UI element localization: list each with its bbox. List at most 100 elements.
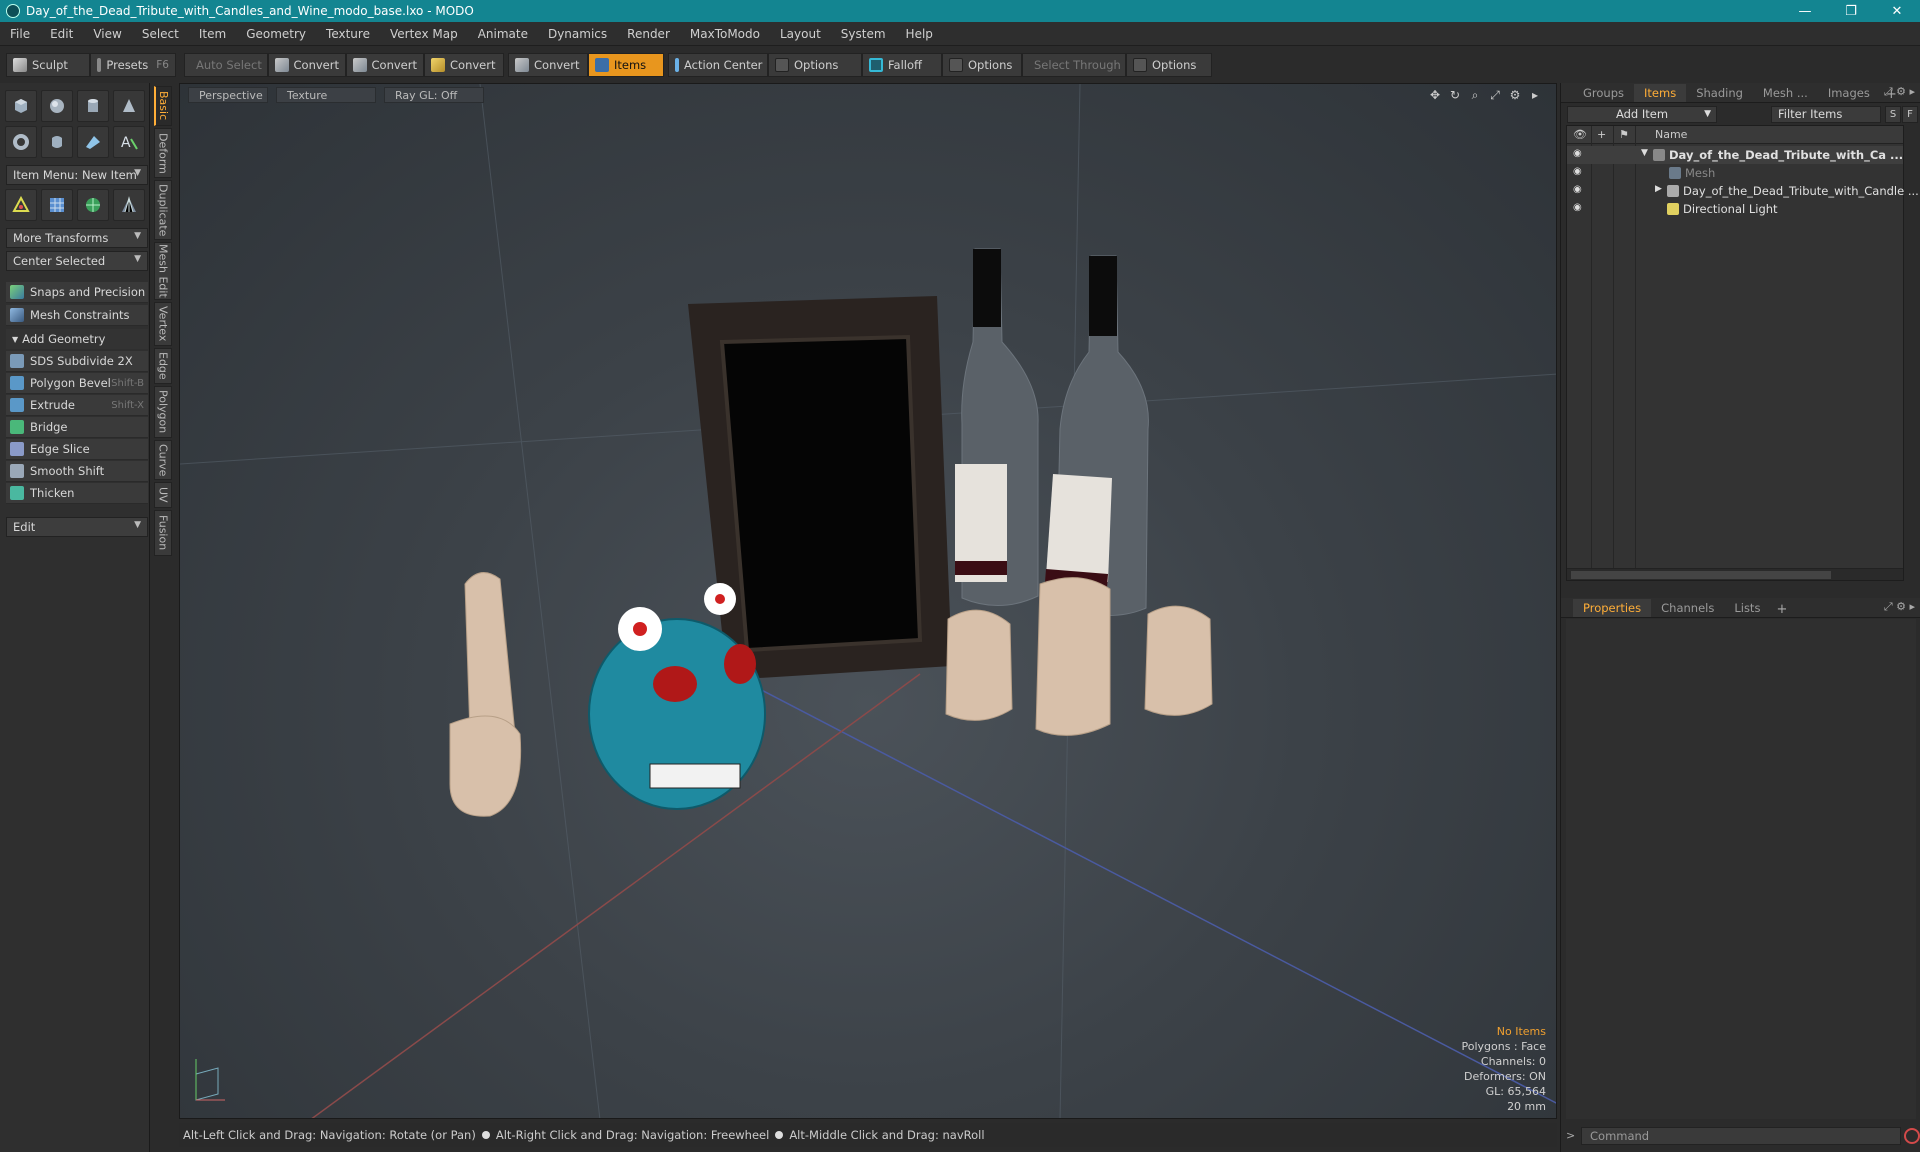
item-menu-dropdown[interactable]: Item Menu: New Item ▼ bbox=[6, 165, 148, 185]
add-item-dropdown[interactable]: Add Item ▼ bbox=[1567, 105, 1717, 123]
falloff-button[interactable]: Falloff bbox=[862, 53, 942, 77]
tree-row-group[interactable]: ◉ ▶ Day_of_the_Dead_Tribute_with_Candle … bbox=[1567, 182, 1919, 200]
presets-button[interactable]: Presets F6 bbox=[90, 53, 176, 77]
grid-tool-button[interactable] bbox=[41, 189, 73, 221]
tree-row-scene[interactable]: ◉ ▼ Day_of_the_Dead_Tribute_with_Ca ... bbox=[1567, 146, 1903, 164]
select-through-button[interactable]: Select Through bbox=[1022, 53, 1126, 77]
mesh-constraints-button[interactable]: Mesh Constraints bbox=[6, 305, 148, 326]
rotate-view-icon[interactable]: ↻ bbox=[1448, 88, 1462, 102]
view-perspective-button[interactable]: Perspective bbox=[188, 87, 268, 103]
record-macro-icon[interactable] bbox=[1904, 1128, 1920, 1144]
menu-animate[interactable]: Animate bbox=[468, 27, 538, 41]
raygl-button[interactable]: Ray GL: Off bbox=[384, 87, 484, 103]
tree-row-mesh[interactable]: ◉ Mesh bbox=[1567, 164, 1903, 182]
thicken-button[interactable]: Thicken bbox=[6, 483, 148, 504]
expand-arrow-icon[interactable]: ▶ bbox=[1655, 184, 1662, 194]
convert-edges-button[interactable]: Convert bbox=[346, 53, 424, 77]
torus-primitive-button[interactable] bbox=[5, 126, 37, 158]
auto-select-button[interactable]: Auto Select bbox=[184, 53, 268, 77]
vtab-deform[interactable]: Deform bbox=[154, 128, 172, 178]
menu-help[interactable]: Help bbox=[896, 27, 943, 41]
cone-primitive-button[interactable] bbox=[113, 90, 145, 122]
transform-tool-button[interactable] bbox=[5, 189, 37, 221]
vtab-mesh-edit[interactable]: Mesh Edit bbox=[154, 242, 172, 300]
tab-properties[interactable]: Properties bbox=[1573, 599, 1652, 617]
menu-dynamics[interactable]: Dynamics bbox=[538, 27, 617, 41]
settings-gear-icon[interactable]: ⚙ bbox=[1508, 88, 1522, 102]
command-input[interactable]: Command bbox=[1581, 1127, 1901, 1145]
edit-dropdown[interactable]: Edit ▼ bbox=[6, 517, 148, 537]
filter-f-button[interactable]: F bbox=[1902, 105, 1918, 123]
menu-geometry[interactable]: Geometry bbox=[236, 27, 316, 41]
menu-view[interactable]: View bbox=[83, 27, 131, 41]
3d-viewport[interactable]: Perspective Texture Ray GL: Off ✥ ↻ ⌕ ⤢ … bbox=[179, 83, 1557, 1119]
eye-icon[interactable]: ◉ bbox=[1573, 184, 1585, 196]
polygon-bevel-button[interactable]: Polygon Bevel Shift-B bbox=[6, 373, 148, 394]
menu-edit[interactable]: Edit bbox=[40, 27, 83, 41]
sds-subdivide-button[interactable]: SDS Subdivide 2X bbox=[6, 351, 148, 372]
filter-s-button[interactable]: S bbox=[1885, 105, 1901, 123]
move-view-icon[interactable]: ✥ bbox=[1428, 88, 1442, 102]
name-column-header[interactable]: Name bbox=[1655, 128, 1687, 141]
filter-items-input[interactable]: Filter Items bbox=[1771, 105, 1881, 123]
tab-mesh[interactable]: Mesh ... bbox=[1753, 84, 1818, 102]
add-geometry-section[interactable]: ▼ Add Geometry bbox=[6, 329, 148, 349]
pen-tool-button[interactable] bbox=[77, 126, 109, 158]
center-selected-dropdown[interactable]: Center Selected ▼ bbox=[6, 251, 148, 271]
expand-arrow-icon[interactable]: ▼ bbox=[1641, 148, 1648, 158]
falloff-options-button[interactable]: Options bbox=[942, 53, 1022, 77]
vtab-basic[interactable]: Basic bbox=[154, 86, 172, 126]
tab-channels[interactable]: Channels bbox=[1651, 599, 1724, 617]
convert-polygons-button[interactable]: Convert bbox=[424, 53, 504, 77]
shading-texture-button[interactable]: Texture bbox=[276, 87, 376, 103]
tab-images[interactable]: Images bbox=[1818, 84, 1880, 102]
snaps-precision-button[interactable]: Snaps and Precision bbox=[6, 282, 148, 303]
menu-file[interactable]: File bbox=[0, 27, 40, 41]
cube-primitive-button[interactable] bbox=[5, 90, 37, 122]
tree-row-light[interactable]: ◉ Directional Light bbox=[1567, 200, 1903, 218]
vtab-curve[interactable]: Curve bbox=[154, 440, 172, 480]
convert-materials-button[interactable]: Convert bbox=[508, 53, 588, 77]
action-center-options-button[interactable]: Options bbox=[768, 53, 862, 77]
cone-grid-tool-button[interactable] bbox=[113, 189, 145, 221]
vtab-uv[interactable]: UV bbox=[154, 482, 172, 508]
menu-texture[interactable]: Texture bbox=[316, 27, 380, 41]
vtab-vertex[interactable]: Vertex bbox=[154, 302, 172, 346]
bridge-button[interactable]: Bridge bbox=[6, 417, 148, 438]
command-chevron-icon[interactable]: > bbox=[1566, 1129, 1575, 1142]
play-arrow-icon[interactable]: ▸ bbox=[1528, 88, 1542, 102]
menu-system[interactable]: System bbox=[831, 27, 896, 41]
close-button[interactable]: ✕ bbox=[1874, 0, 1920, 22]
tab-items[interactable]: Items bbox=[1634, 84, 1687, 102]
tab-lists[interactable]: Lists bbox=[1724, 599, 1770, 617]
convert-vertices-button[interactable]: Convert bbox=[268, 53, 346, 77]
minimize-button[interactable]: — bbox=[1782, 0, 1828, 22]
items-mode-button[interactable]: Items bbox=[588, 53, 664, 77]
tree-horizontal-scrollbar[interactable] bbox=[1567, 568, 1903, 580]
edge-slice-button[interactable]: Edge Slice bbox=[6, 439, 148, 460]
menu-render[interactable]: Render bbox=[617, 27, 680, 41]
eye-icon[interactable]: ◉ bbox=[1573, 202, 1585, 214]
zoom-view-icon[interactable]: ⌕ bbox=[1468, 88, 1482, 102]
menu-vertex-map[interactable]: Vertex Map bbox=[380, 27, 468, 41]
scrollbar-thumb[interactable] bbox=[1571, 571, 1831, 579]
maximize-button[interactable]: ❐ bbox=[1828, 0, 1874, 22]
vtab-fusion[interactable]: Fusion bbox=[154, 510, 172, 556]
vtab-polygon[interactable]: Polygon bbox=[154, 386, 172, 438]
vtab-duplicate[interactable]: Duplicate bbox=[154, 180, 172, 240]
tab-shading[interactable]: Shading bbox=[1686, 84, 1753, 102]
menu-maxtomodo[interactable]: MaxToModo bbox=[680, 27, 770, 41]
panel-options-icon[interactable]: ⤢ ⚙ ▸ bbox=[1884, 600, 1915, 614]
menu-item[interactable]: Item bbox=[189, 27, 236, 41]
capsule-primitive-button[interactable] bbox=[41, 126, 73, 158]
panel-options-icon[interactable]: ⤢ ⚙ ▸ bbox=[1884, 85, 1915, 99]
text-tool-button[interactable]: A bbox=[113, 126, 145, 158]
smooth-shift-button[interactable]: Smooth Shift bbox=[6, 461, 148, 482]
eye-icon[interactable]: ◉ bbox=[1573, 148, 1585, 160]
sculpt-button[interactable]: Sculpt bbox=[6, 53, 90, 77]
extrude-button[interactable]: Extrude Shift-X bbox=[6, 395, 148, 416]
eye-icon[interactable]: ◉ bbox=[1573, 166, 1585, 178]
cylinder-primitive-button[interactable] bbox=[77, 90, 109, 122]
action-center-button[interactable]: Action Center bbox=[668, 53, 768, 77]
sphere-primitive-button[interactable] bbox=[41, 90, 73, 122]
